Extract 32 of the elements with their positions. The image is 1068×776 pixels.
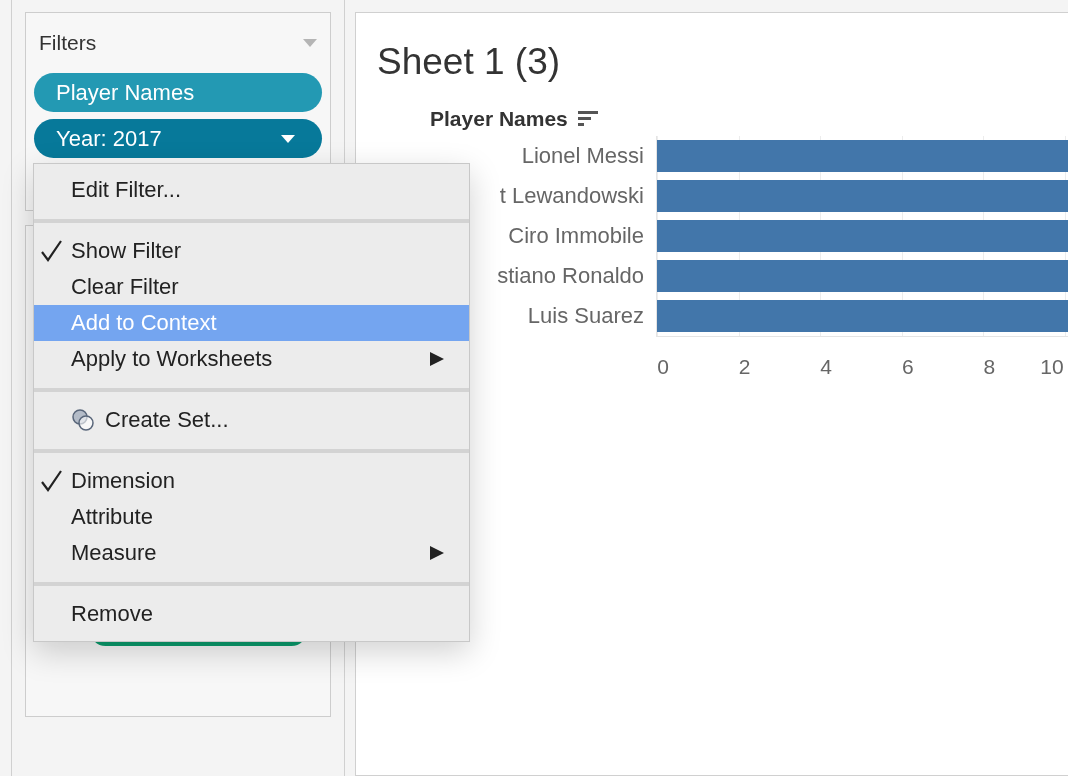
menu-item[interactable]: Attribute	[34, 499, 469, 535]
menu-item[interactable]: Dimension	[34, 463, 469, 499]
filter-pill[interactable]: Year: 2017	[34, 119, 322, 158]
check-icon	[40, 469, 64, 493]
axis-tick-label: 0	[657, 355, 669, 379]
axis-tick-label: 6	[901, 355, 914, 379]
axis-tick-label: 8	[983, 355, 996, 379]
sheet-title: Sheet 1 (3)	[377, 41, 562, 83]
axis-tick-label: 2	[738, 355, 751, 379]
row-label: Lionel Messi	[520, 142, 644, 170]
caret-icon	[280, 133, 296, 144]
axis-tick-label: 4	[820, 355, 833, 379]
menu-item[interactable]: Remove	[34, 596, 469, 632]
row-label: Ciro Immobile	[507, 222, 644, 250]
caret-icon	[302, 38, 318, 48]
overlapping-circles-icon	[71, 408, 95, 432]
axis-tick-label: 10	[1040, 355, 1064, 379]
filters-title: Filters	[39, 31, 97, 55]
row-label: stiano Ronaldo	[496, 262, 644, 290]
row-label: Luis Suarez	[526, 302, 644, 330]
menu-item[interactable]: Clear Filter	[34, 269, 469, 305]
row-label: t Lewandowski	[498, 182, 644, 210]
check-icon	[40, 239, 64, 263]
menu-item[interactable]: Edit Filter...	[34, 172, 469, 208]
menu-item[interactable]: Measure	[34, 535, 469, 571]
menu-item[interactable]: Create Set...	[34, 402, 469, 438]
submenu-arrow-icon	[429, 545, 445, 561]
menu-item[interactable]: Apply to Worksheets	[34, 341, 469, 377]
submenu-arrow-icon	[429, 351, 445, 367]
sort-icon[interactable]	[577, 110, 598, 128]
menu-item[interactable]: Show Filter	[34, 233, 469, 269]
row-header: Player Names	[430, 107, 568, 131]
